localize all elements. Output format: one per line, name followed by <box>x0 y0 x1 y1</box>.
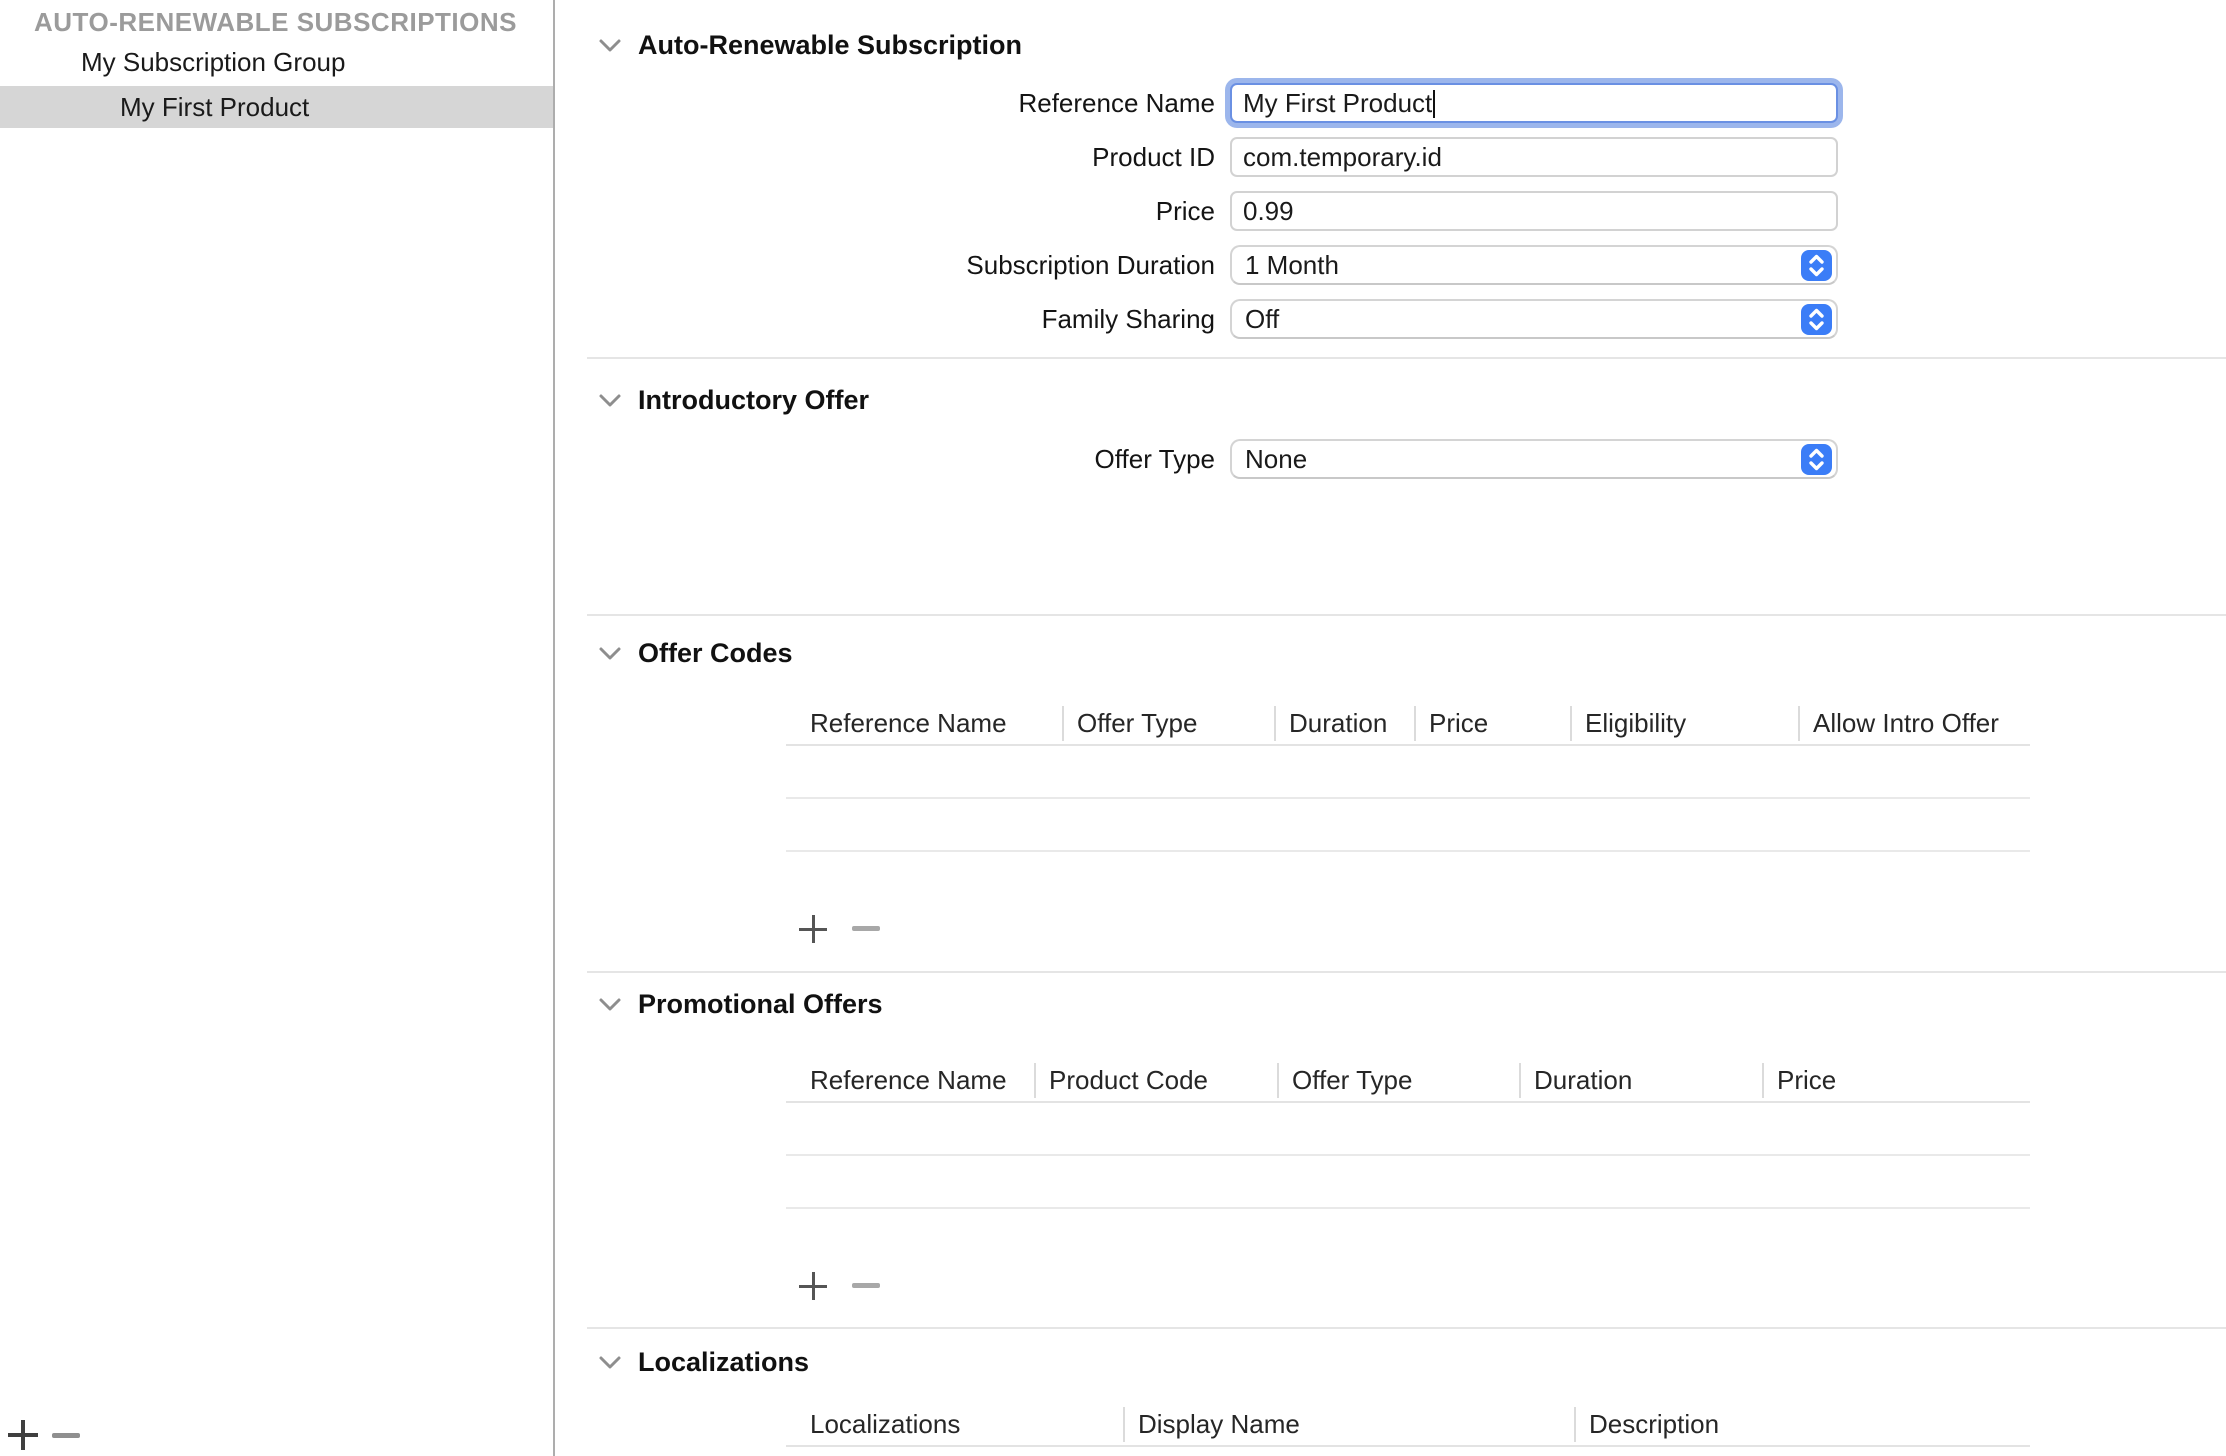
popup-stepper-icon <box>1801 304 1832 335</box>
table-row[interactable] <box>786 1156 2030 1209</box>
table-row[interactable] <box>786 799 2030 852</box>
sidebar-item-subscription-group[interactable]: My Subscription Group <box>0 47 553 77</box>
column-header[interactable]: Display Name <box>1123 1407 1574 1442</box>
chevron-down-icon[interactable] <box>598 37 622 54</box>
subscription-duration-select[interactable]: 1 Month <box>1230 245 1838 285</box>
product-id-field[interactable]: com.temporary.id <box>1230 137 1838 177</box>
add-product-button[interactable] <box>8 1420 38 1450</box>
column-header[interactable]: Reference Name <box>786 706 1062 741</box>
promotional-offers-table-header: Reference Name Product Code Offer Type D… <box>786 1060 2030 1103</box>
column-header[interactable]: Offer Type <box>1277 1063 1519 1098</box>
product-id-label: Product ID <box>600 137 1215 177</box>
column-header[interactable]: Duration <box>1519 1063 1762 1098</box>
text-cursor <box>1433 90 1435 118</box>
column-header[interactable]: Product Code <box>1034 1063 1277 1098</box>
section-title-offer-codes: Offer Codes <box>638 633 793 673</box>
section-divider <box>587 971 2226 973</box>
section-divider <box>587 357 2226 359</box>
localizations-table-header: Localizations Display Name Description <box>786 1404 2030 1447</box>
remove-offer-code-button[interactable] <box>852 926 880 931</box>
family-sharing-select[interactable]: Off <box>1230 299 1838 339</box>
promotional-offers-table: Reference Name Product Code Offer Type D… <box>786 1060 2030 1209</box>
localizations-table: Localizations Display Name Description <box>786 1404 2030 1447</box>
sidebar-item-first-product[interactable]: My First Product <box>0 86 553 128</box>
remove-product-button[interactable] <box>52 1433 80 1438</box>
popup-stepper-icon <box>1801 250 1832 281</box>
remove-promotional-offer-button[interactable] <box>852 1283 880 1288</box>
section-title-localizations: Localizations <box>638 1342 809 1382</box>
offer-codes-table-header: Reference Name Offer Type Duration Price… <box>786 703 2030 746</box>
section-divider <box>587 614 2226 616</box>
column-header[interactable]: Localizations <box>786 1407 1123 1442</box>
table-row[interactable] <box>786 746 2030 799</box>
section-divider <box>587 1327 2226 1329</box>
table-row[interactable] <box>786 1103 2030 1156</box>
column-header[interactable]: Eligibility <box>1570 706 1798 741</box>
chevron-down-icon[interactable] <box>598 996 622 1013</box>
add-promotional-offer-button[interactable] <box>799 1272 827 1300</box>
column-header[interactable]: Offer Type <box>1062 706 1274 741</box>
price-label: Price <box>600 191 1215 231</box>
column-header[interactable]: Allow Intro Offer <box>1798 706 2030 741</box>
family-sharing-label: Family Sharing <box>600 299 1215 339</box>
chevron-down-icon[interactable] <box>598 1354 622 1371</box>
chevron-down-icon[interactable] <box>598 645 622 662</box>
column-header[interactable]: Description <box>1574 1407 2030 1442</box>
price-field[interactable]: 0.99 <box>1230 191 1838 231</box>
section-title-introductory-offer: Introductory Offer <box>638 380 869 420</box>
sidebar-group-header: AUTO-RENEWABLE SUBSCRIPTIONS <box>34 7 534 37</box>
column-header[interactable]: Price <box>1762 1063 2030 1098</box>
column-header[interactable]: Duration <box>1274 706 1414 741</box>
column-header[interactable]: Price <box>1414 706 1570 741</box>
popup-stepper-icon <box>1801 444 1832 475</box>
offer-type-select[interactable]: None <box>1230 439 1838 479</box>
section-title-auto-renewable: Auto-Renewable Subscription <box>638 25 1022 65</box>
offer-codes-table: Reference Name Offer Type Duration Price… <box>786 703 2030 852</box>
column-header[interactable]: Reference Name <box>786 1063 1034 1098</box>
offer-type-label: Offer Type <box>600 439 1215 479</box>
add-offer-code-button[interactable] <box>799 915 827 943</box>
section-title-promotional-offers: Promotional Offers <box>638 984 883 1024</box>
subscription-duration-label: Subscription Duration <box>600 245 1215 285</box>
reference-name-field[interactable]: My First Product <box>1230 83 1838 123</box>
reference-name-label: Reference Name <box>600 83 1215 123</box>
chevron-down-icon[interactable] <box>598 392 622 409</box>
sidebar-divider <box>553 0 555 1456</box>
